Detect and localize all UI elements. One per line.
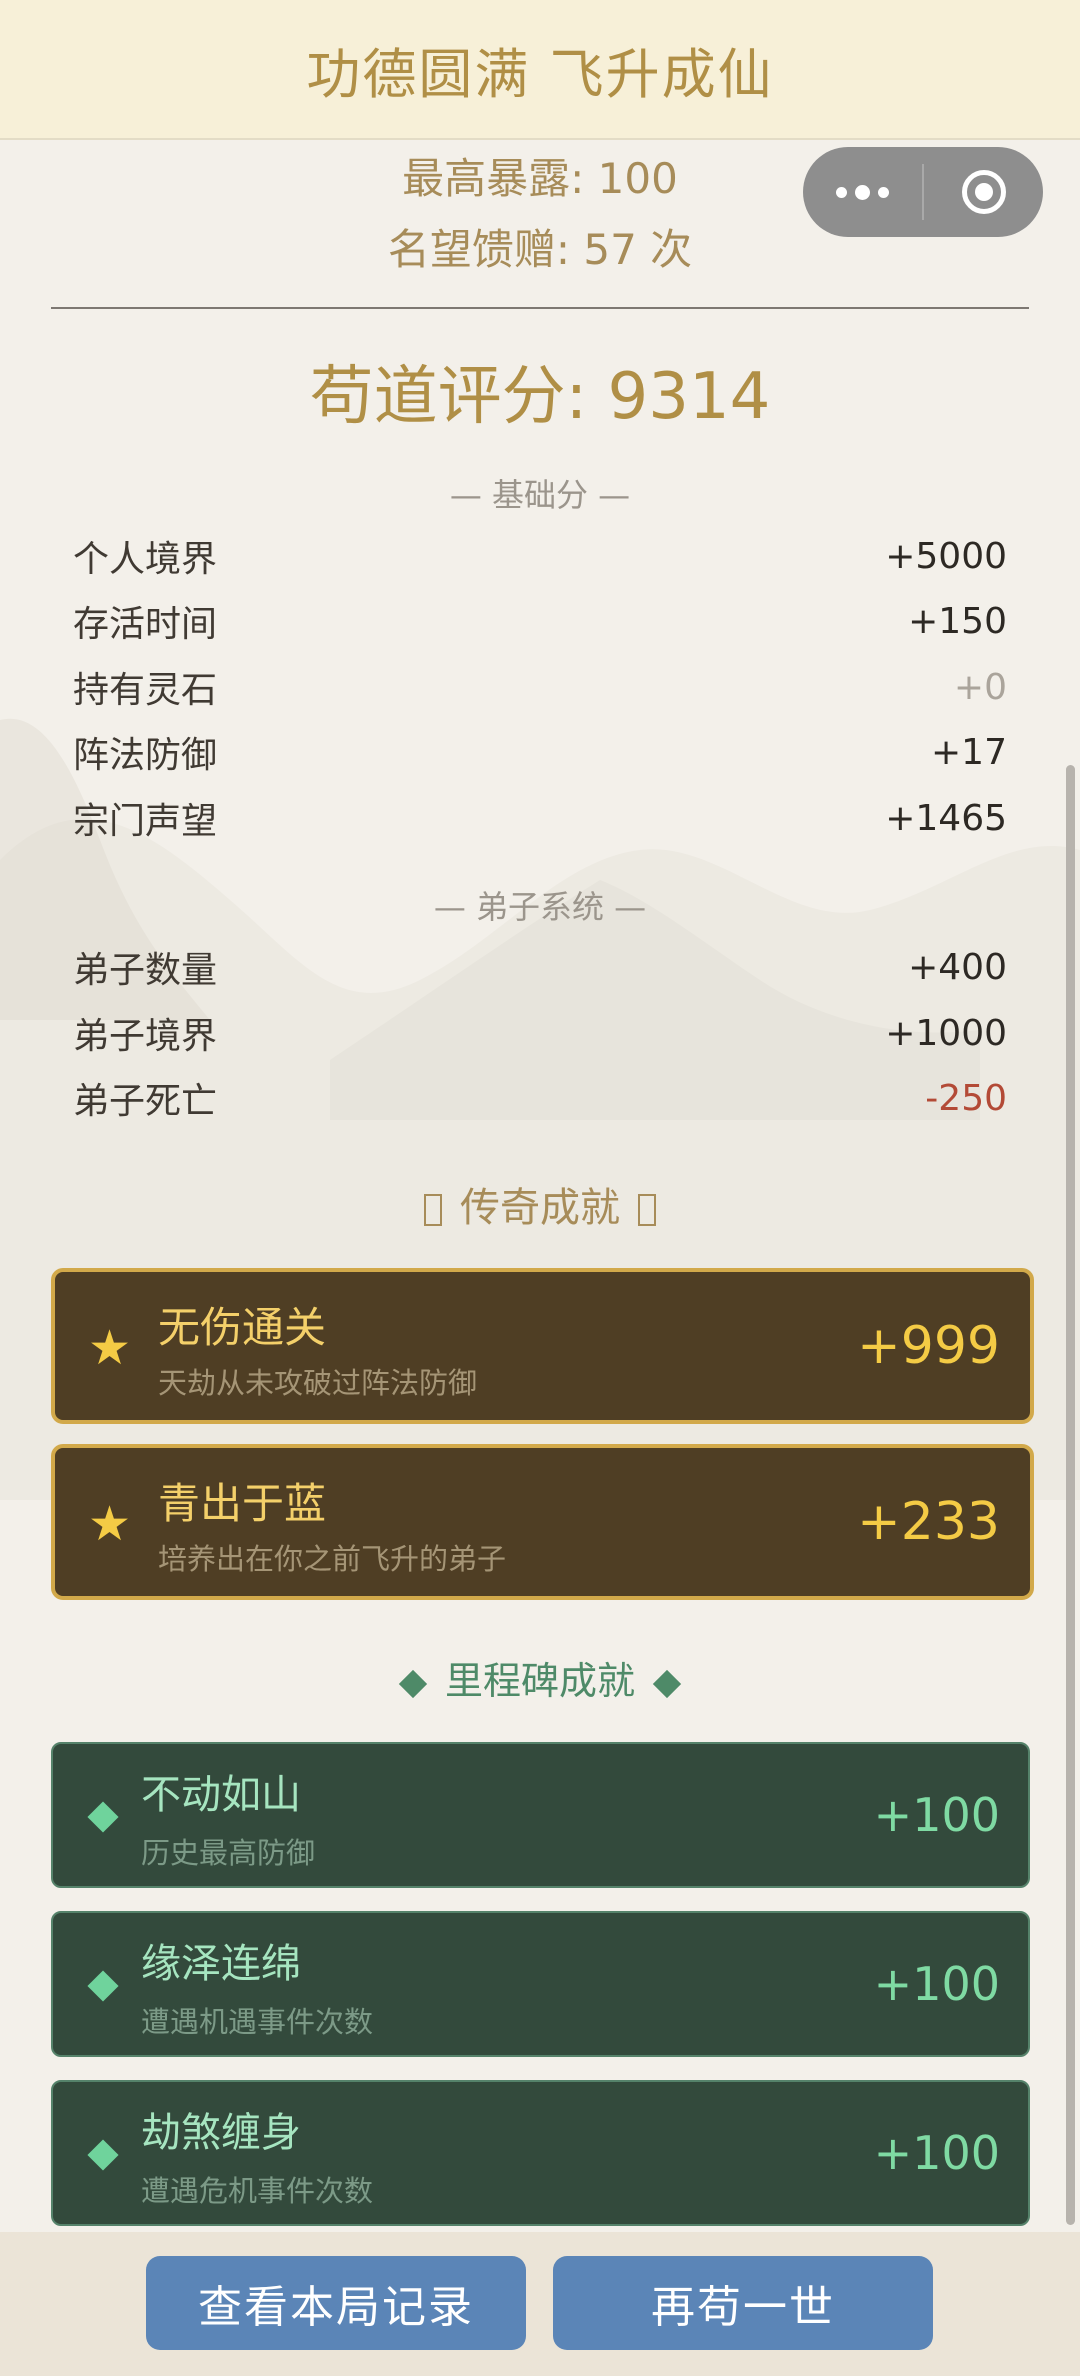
milestone-achievement-card: 不动如山 历史最高防御 +100 [51,1742,1030,1888]
row-value: +5000 [885,535,1007,577]
milestone-achievement-card: 缘泽连绵 遭遇机遇事件次数 +100 [51,1911,1030,2057]
row-label: 个人境界 [73,539,218,580]
row-label: 持有灵石 [73,670,218,711]
achievement-points: +100 [873,1788,1000,1842]
diamond-icon [652,1669,682,1698]
scrollbar[interactable] [1066,765,1075,2225]
legendary-achievement-card: ★ 无伤通关 天劫从未攻破过阵法防御 +999 [51,1268,1034,1424]
achievement-points: +100 [873,1957,1000,2011]
row-label: 弟子数量 [73,950,218,991]
row-label: 弟子境界 [73,1016,218,1057]
legendary-achievements-heading: 传奇成就 [0,1175,1080,1233]
row-value: +400 [908,946,1007,988]
achievement-title: 缘泽连绵 [141,1941,301,1987]
diamond-icon [87,2139,119,2171]
achievement-desc: 天劫从未攻破过阵法防御 [158,1366,478,1400]
achievement-points: +233 [857,1492,1000,1552]
decor-glyph-icon [638,1194,656,1226]
star-icon: ★ [88,1496,132,1552]
reputation-gifts-stat: 名望馈赠: 57 次 [387,225,693,274]
score-row: 弟子死亡 -250 [73,1070,1007,1126]
row-label: 弟子死亡 [73,1081,218,1122]
max-exposure-stat: 最高暴露: 100 [402,154,678,203]
score-row: 阵法防御 +17 [73,724,1007,780]
milestone-heading-text: 里程碑成就 [444,1659,635,1703]
divider [51,307,1029,309]
score-row: 弟子境界 +1000 [73,1005,1007,1061]
achievement-desc: 遭遇机遇事件次数 [141,2005,374,2039]
achievement-title: 劫煞缠身 [141,2110,301,2156]
achievement-desc: 遭遇危机事件次数 [141,2174,374,2208]
decor-glyph-icon [424,1194,442,1226]
diamond-icon [87,1801,119,1833]
row-value: +0 [953,666,1007,708]
diamond-icon [87,1970,119,2002]
row-value: -250 [925,1077,1007,1119]
row-value: +17 [931,731,1007,773]
score-row: 持有灵石 +0 [73,659,1007,715]
basic-score-heading: — 基础分 — [449,476,631,514]
score-row: 个人境界 +5000 [73,528,1007,584]
page-header: 功德圆满 飞升成仙 [0,0,1080,140]
score-row: 宗门声望 +1465 [73,790,1007,846]
row-value: +150 [908,600,1007,642]
milestone-achievements-heading: 里程碑成就 [0,1650,1080,1705]
retry-button[interactable]: 再苟一世 [553,2256,933,2350]
score-row: 弟子数量 +400 [73,939,1007,995]
disciple-system-heading: — 弟子系统 — [433,888,647,926]
view-record-button[interactable]: 查看本局记录 [146,2256,526,2350]
achievement-points: +100 [873,2126,1000,2180]
achievement-title: 青出于蓝 [158,1479,327,1528]
achievement-desc: 历史最高防御 [141,1836,316,1870]
achievement-title: 无伤通关 [158,1303,327,1352]
achievement-points: +999 [857,1316,1000,1376]
achievement-desc: 培养出在你之前飞升的弟子 [158,1542,507,1576]
total-score: 苟道评分: 9314 [309,360,771,434]
legendary-heading-text: 传奇成就 [460,1185,620,1231]
milestone-achievement-card: 劫煞缠身 遭遇危机事件次数 +100 [51,2080,1030,2226]
row-value: +1465 [885,797,1007,839]
achievement-title: 不动如山 [141,1772,301,1818]
row-label: 宗门声望 [73,801,218,842]
row-value: +1000 [885,1012,1007,1054]
star-icon: ★ [88,1320,132,1376]
legendary-achievement-card: ★ 青出于蓝 培养出在你之前飞升的弟子 +233 [51,1444,1034,1600]
diamond-icon [398,1669,428,1698]
row-label: 阵法防御 [73,735,218,776]
page-title: 功德圆满 飞升成仙 [306,42,774,106]
score-row: 存活时间 +150 [73,593,1007,649]
row-label: 存活时间 [73,604,218,645]
